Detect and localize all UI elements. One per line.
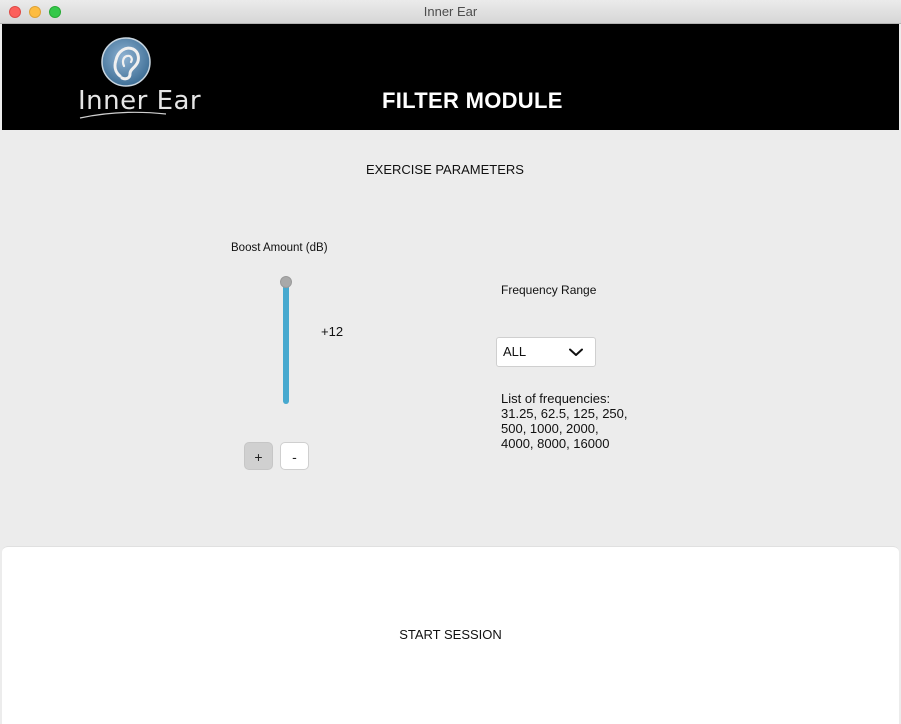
frequency-list-heading: List of frequencies: bbox=[501, 391, 611, 406]
chevron-down-icon bbox=[569, 348, 583, 356]
footer-panel: START SESSION bbox=[2, 546, 899, 724]
module-title: FILTER MODULE bbox=[382, 88, 563, 113]
start-session-label: START SESSION bbox=[399, 627, 502, 642]
decrease-boost-button[interactable]: - bbox=[280, 442, 309, 470]
boost-amount-label: Boost Amount (dB) bbox=[231, 242, 328, 254]
title-bar[interactable]: Inner Ear bbox=[0, 0, 901, 24]
app-logo: Inner Ear bbox=[74, 34, 201, 119]
app-header: Inner Ear FILTER MODULE bbox=[2, 24, 899, 130]
window-title: Inner Ear bbox=[423, 4, 478, 19]
frequency-range-select[interactable]: ALL bbox=[496, 337, 596, 367]
boost-amount-slider[interactable] bbox=[278, 276, 294, 406]
frequency-list: List of frequencies: 31.25, 62.5, 125, 2… bbox=[501, 391, 631, 451]
slider-fill bbox=[283, 278, 289, 404]
frequency-range-label: Frequency Range bbox=[501, 283, 597, 297]
ear-icon bbox=[101, 37, 151, 87]
frequency-range-value: ALL bbox=[503, 344, 527, 359]
start-session-button[interactable]: START SESSION bbox=[2, 547, 899, 724]
boost-amount-value: +12 bbox=[321, 324, 344, 339]
increase-boost-button[interactable]: + bbox=[244, 442, 273, 470]
frequency-list-values: 31.25, 62.5, 125, 250, 500, 1000, 2000, … bbox=[501, 406, 628, 451]
app-window: Inner Ear Inner Ear FILTER MODULE EXERCI… bbox=[0, 0, 901, 724]
slider-thumb[interactable] bbox=[280, 276, 292, 288]
logo-swoosh bbox=[79, 111, 167, 119]
section-title: EXERCISE PARAMETERS bbox=[366, 162, 524, 177]
